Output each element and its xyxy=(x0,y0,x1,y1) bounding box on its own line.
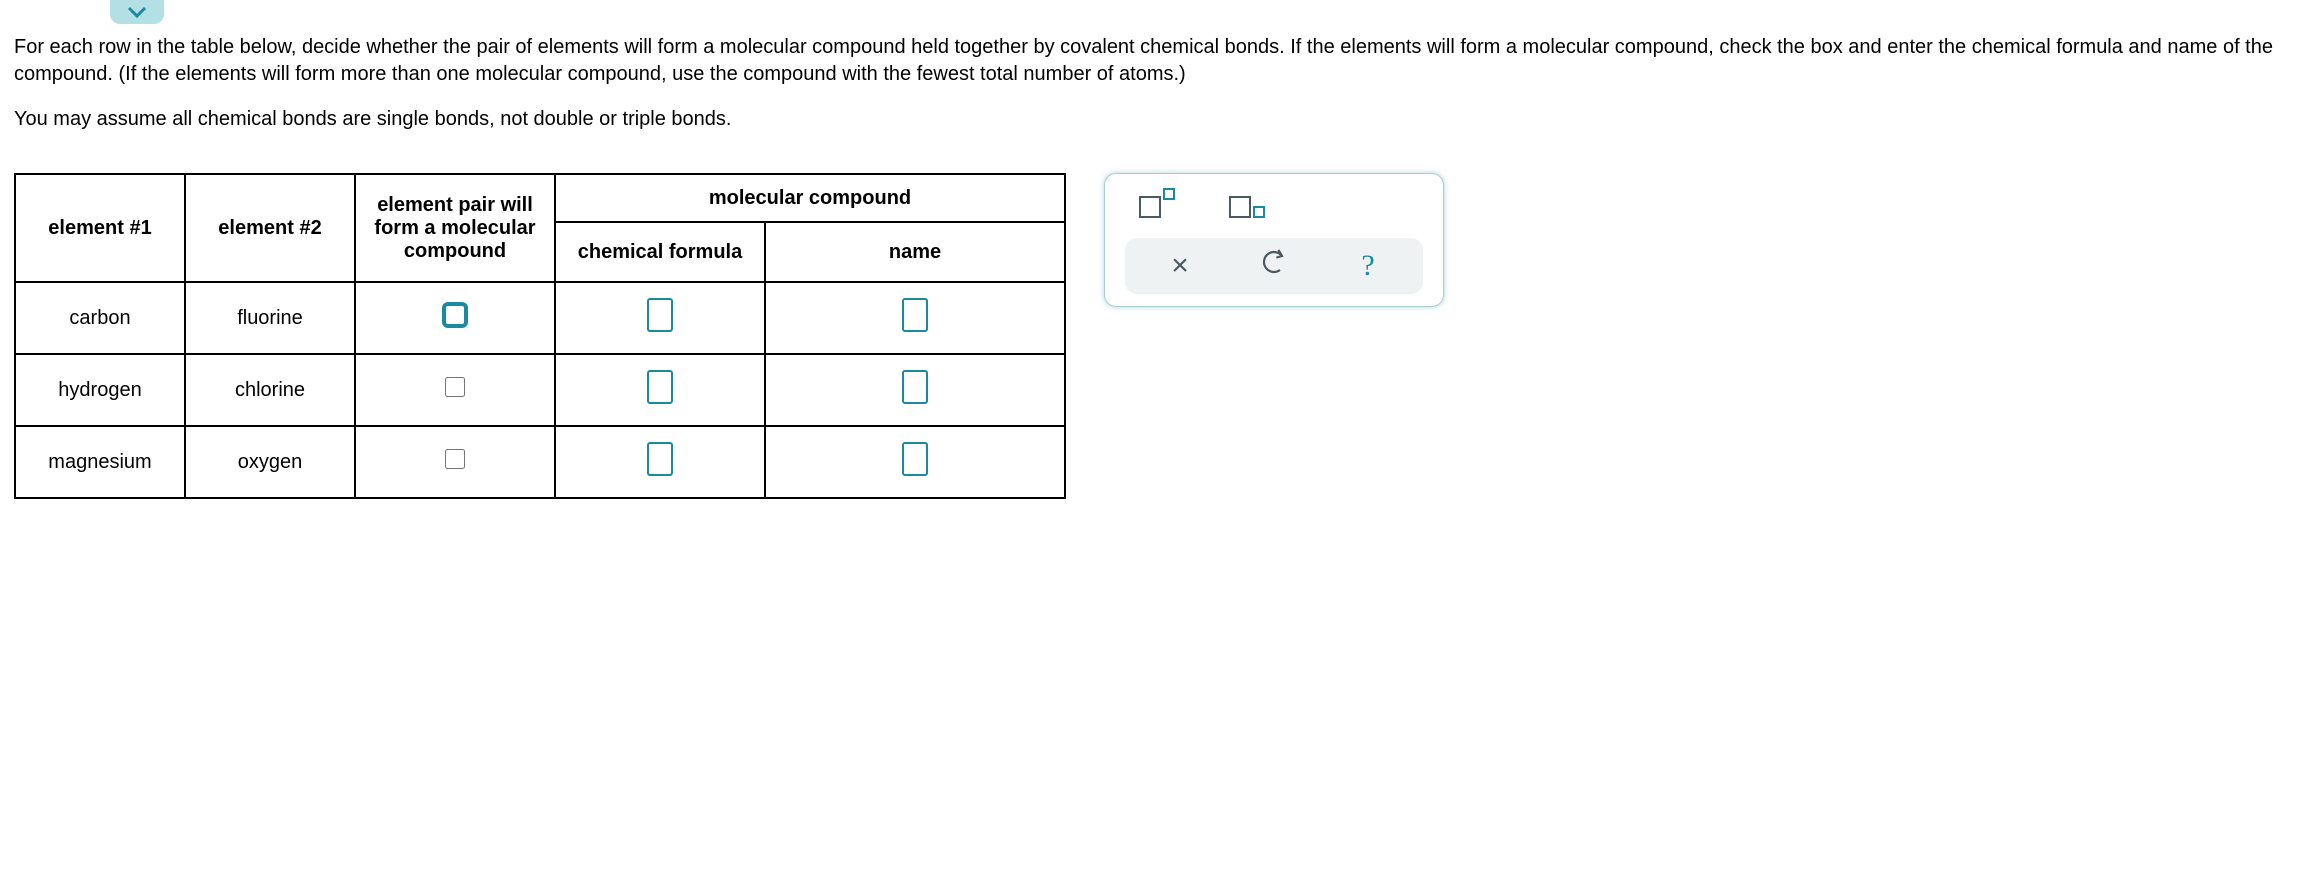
clear-button[interactable]: × xyxy=(1160,249,1200,283)
undo-button[interactable] xyxy=(1254,248,1294,284)
header-element-2: element #2 xyxy=(185,174,355,282)
expand-toggle[interactable] xyxy=(110,0,164,24)
superscript-icon xyxy=(1163,188,1175,200)
header-molecular: molecular compound xyxy=(555,174,1065,222)
cell-element1: hydrogen xyxy=(15,354,185,426)
subscript-icon xyxy=(1253,206,1265,218)
elements-table: element #1 element #2 element pair will … xyxy=(14,173,1066,499)
form-compound-checkbox[interactable] xyxy=(442,302,468,328)
instruction-paragraph-2: You may assume all chemical bonds are si… xyxy=(14,106,2302,133)
help-icon: ? xyxy=(1361,249,1374,282)
name-input[interactable] xyxy=(902,442,928,476)
answer-toolbox: × ? xyxy=(1104,173,1444,307)
cell-element2: oxygen xyxy=(185,426,355,498)
header-formula: chemical formula xyxy=(555,222,765,282)
form-compound-checkbox[interactable] xyxy=(445,449,465,469)
superscript-button[interactable] xyxy=(1137,190,1177,220)
instructions: For each row in the table below, decide … xyxy=(14,34,2302,133)
chevron-down-icon xyxy=(127,5,147,19)
instruction-paragraph-1: For each row in the table below, decide … xyxy=(14,34,2302,88)
formula-input[interactable] xyxy=(647,298,673,332)
header-name: name xyxy=(765,222,1065,282)
cell-element2: chlorine xyxy=(185,354,355,426)
cell-element1: magnesium xyxy=(15,426,185,498)
help-button[interactable]: ? xyxy=(1348,249,1388,283)
formula-input[interactable] xyxy=(647,442,673,476)
header-pair: element pair will form a molecular compo… xyxy=(355,174,555,282)
table-row: magnesium oxygen xyxy=(15,426,1065,498)
close-icon: × xyxy=(1171,249,1189,282)
base-box-icon xyxy=(1139,196,1161,218)
subscript-button[interactable] xyxy=(1227,190,1267,220)
cell-element2: fluorine xyxy=(185,282,355,354)
form-compound-checkbox[interactable] xyxy=(445,377,465,397)
table-row: carbon fluorine xyxy=(15,282,1065,354)
formula-input[interactable] xyxy=(647,370,673,404)
table-row: hydrogen chlorine xyxy=(15,354,1065,426)
cell-element1: carbon xyxy=(15,282,185,354)
base-box-icon xyxy=(1229,196,1251,218)
name-input[interactable] xyxy=(902,298,928,332)
header-element-1: element #1 xyxy=(15,174,185,282)
undo-icon xyxy=(1260,248,1288,276)
name-input[interactable] xyxy=(902,370,928,404)
